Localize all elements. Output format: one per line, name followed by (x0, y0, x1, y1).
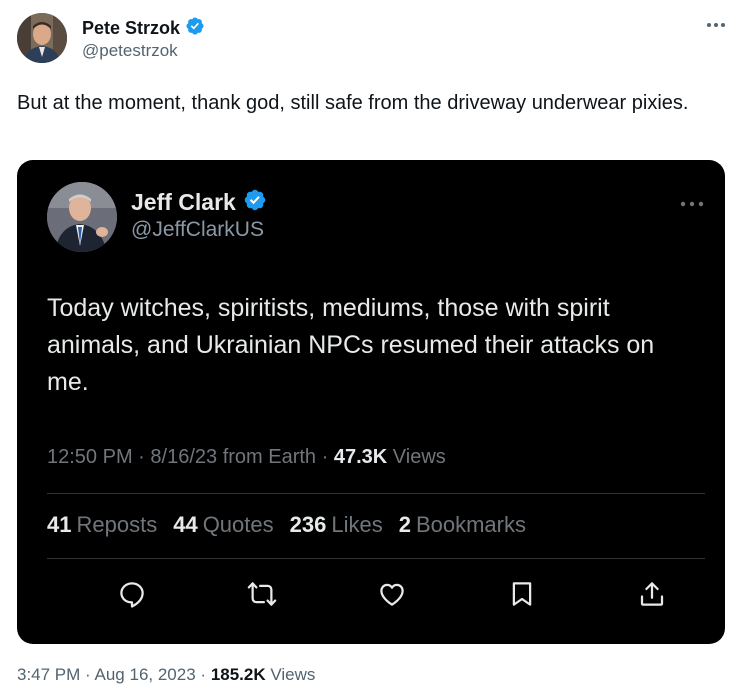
views-label: Views (270, 665, 316, 684)
more-icon[interactable] (703, 13, 729, 37)
action-bar (47, 572, 705, 616)
likes-stat[interactable]: 236 Likes (290, 512, 383, 538)
heart-icon[interactable] (370, 572, 414, 616)
quotes-stat[interactable]: 44 Quotes (173, 512, 273, 538)
reposts-label: Reposts (76, 512, 158, 537)
avatar[interactable] (17, 13, 67, 63)
share-icon[interactable] (630, 572, 674, 616)
separator: · (85, 665, 91, 684)
reposts-stat[interactable]: 41 Reposts (47, 512, 157, 538)
quoted-author-name[interactable]: Jeff Clark (131, 189, 236, 216)
quoted-author-handle[interactable]: @JeffClarkUS (131, 218, 264, 242)
repost-icon[interactable] (240, 572, 284, 616)
tweet-time[interactable]: 3:47 PM (17, 665, 80, 684)
divider (47, 493, 705, 494)
tweet-meta: 3:47 PM · Aug 16, 2023 · 185.2K Views (17, 665, 315, 685)
quotes-label: Quotes (202, 512, 274, 537)
outer-tweet-header: Pete Strzok @petestrzok (17, 13, 729, 63)
reposts-count: 41 (47, 512, 72, 537)
quoted-time[interactable]: 12:50 PM (47, 446, 133, 468)
verified-badge-icon (243, 188, 267, 217)
author-name[interactable]: Pete Strzok (82, 18, 180, 39)
likes-count: 236 (289, 512, 327, 537)
bookmarks-stat[interactable]: 2 Bookmarks (399, 512, 526, 538)
bookmarks-count: 2 (398, 512, 411, 537)
quoted-avatar[interactable] (47, 182, 117, 252)
likes-label: Likes (331, 512, 383, 537)
verified-badge-icon (185, 16, 205, 41)
separator: · (200, 665, 207, 684)
quoted-author-name-row: Jeff Clark (131, 188, 267, 217)
tweet-date[interactable]: Aug 16, 2023 (95, 665, 196, 684)
quoted-date-source[interactable]: 8/16/23 from Earth (150, 446, 316, 468)
author-name-row: Pete Strzok (82, 16, 205, 41)
quoted-tweet-card[interactable]: Jeff Clark @JeffClarkUS Today witches, s… (17, 160, 725, 644)
quoted-tweet-text: Today witches, spiritists, mediums, thos… (47, 294, 655, 396)
bookmarks-label: Bookmarks (415, 512, 526, 537)
author-handle[interactable]: @petestrzok (82, 41, 178, 61)
views-count: 185.2K (210, 665, 266, 684)
quoted-views-label: Views (392, 446, 446, 468)
quotes-count: 44 (173, 512, 198, 537)
separator: · (321, 446, 329, 468)
quoted-stats: 41 Reposts 44 Quotes 236 Likes 2 Bookmarks (47, 512, 526, 538)
divider (47, 558, 705, 559)
separator: · (138, 446, 145, 468)
bookmark-icon[interactable] (500, 572, 544, 616)
tweet-text: But at the moment, thank god, still safe… (17, 92, 689, 114)
more-icon[interactable] (677, 194, 707, 214)
quoted-tweet-meta: 12:50 PM · 8/16/23 from Earth · 47.3K Vi… (47, 446, 446, 469)
reply-icon[interactable] (110, 572, 154, 616)
quoted-views-count: 47.3K (333, 446, 388, 468)
